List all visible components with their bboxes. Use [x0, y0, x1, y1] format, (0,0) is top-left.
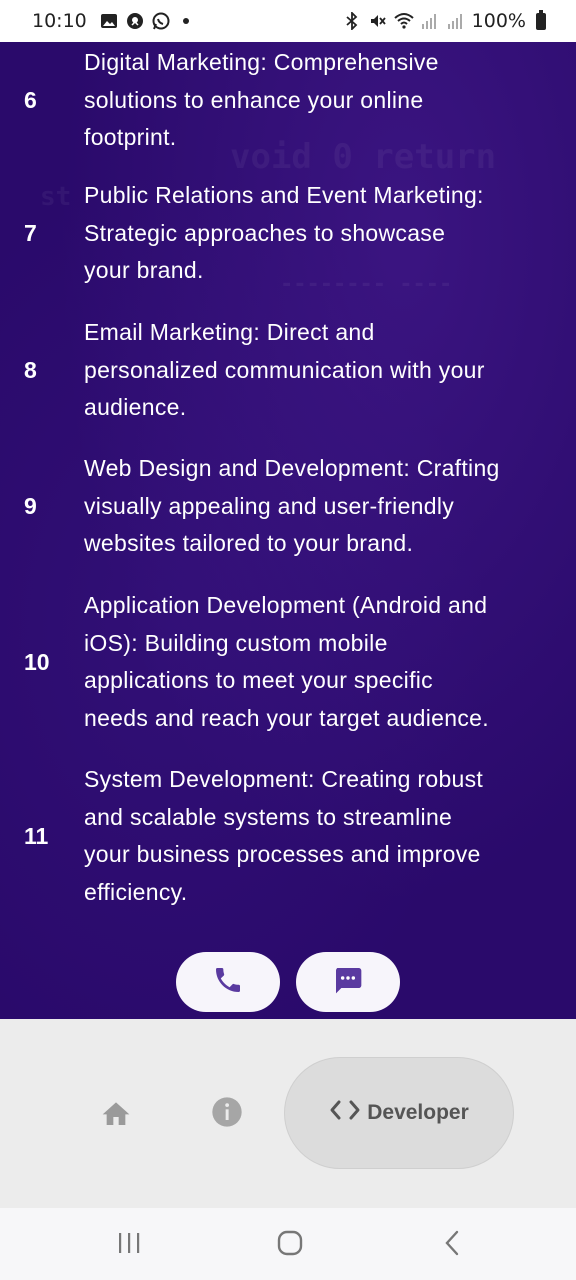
service-item: 11 System Development: Creating robust a… [0, 761, 576, 911]
bluetooth-icon [342, 11, 362, 31]
service-line: visually appealing and user-friendly [84, 492, 455, 519]
service-line: websites tailored to your brand. [84, 530, 414, 556]
contact-actions [176, 952, 400, 1012]
service-number: 9 [24, 492, 37, 519]
back-chevron-icon [443, 1230, 461, 1261]
service-description: Email Marketing: Direct and personalized… [84, 314, 544, 427]
service-line: Strategic approaches to showcase [84, 219, 446, 246]
mute-icon [368, 11, 388, 31]
services-section: void 0 return st -------- ---- 6 Digital… [0, 42, 576, 1019]
bottom-navigation: Developer [0, 1019, 576, 1208]
service-line: your brand. [84, 257, 204, 283]
service-number: 7 [24, 219, 37, 246]
service-number: 11 [24, 822, 49, 849]
home-system-button[interactable] [276, 1230, 304, 1261]
service-line: Email Marketing: Direct and [84, 319, 375, 345]
recent-apps-icon [116, 1231, 142, 1260]
status-bar: 10:10 100% [0, 0, 576, 42]
service-description: Public Relations and Event Marketing: St… [84, 177, 544, 290]
service-description: Digital Marketing: Comprehensive solutio… [84, 44, 544, 157]
messenger-icon [125, 11, 145, 31]
info-icon [211, 1096, 243, 1133]
service-line: iOS): Building custom mobile [84, 629, 388, 656]
phone-icon [212, 964, 244, 1001]
home-icon [100, 1098, 132, 1133]
service-description: System Development: Creating robust and … [84, 761, 544, 911]
image-icon [99, 11, 119, 31]
nav-developer-label: Developer [367, 1101, 469, 1124]
system-navigation-bar [0, 1208, 576, 1280]
service-item: 9 Web Design and Development: Crafting v… [0, 450, 576, 563]
code-icon [329, 1099, 361, 1127]
message-button[interactable] [296, 952, 400, 1012]
nav-developer-button[interactable]: Developer [284, 1057, 514, 1169]
service-line: System Development: Creating robust [84, 766, 484, 792]
service-number: 10 [24, 648, 50, 675]
service-line: Digital Marketing: Comprehensive [84, 49, 439, 75]
nav-info-button[interactable] [210, 1096, 244, 1133]
service-line: your business processes and improve [84, 841, 481, 867]
signal-icon [420, 11, 440, 31]
service-number: 8 [24, 356, 37, 383]
service-item: 8 Email Marketing: Direct and personaliz… [0, 314, 576, 427]
home-circle-icon [277, 1230, 303, 1261]
nav-home-button[interactable] [98, 1099, 134, 1131]
wifi-icon [394, 11, 414, 31]
service-number: 6 [24, 86, 37, 113]
service-description: Application Development (Android and iOS… [84, 587, 544, 737]
recent-apps-button[interactable] [114, 1232, 144, 1258]
battery-icon [536, 9, 546, 30]
service-line: solutions to enhance your online [84, 86, 424, 113]
service-item: 6 Digital Marketing: Comprehensive solut… [0, 44, 576, 157]
call-button[interactable] [176, 952, 280, 1012]
back-button[interactable] [440, 1230, 464, 1261]
service-line: efficiency. [84, 878, 188, 905]
chat-icon [332, 964, 364, 1001]
battery-percent: 100% [471, 10, 526, 32]
service-line: audience. [84, 394, 187, 420]
service-line: footprint. [84, 124, 177, 150]
notification-dot-icon [182, 18, 189, 24]
whatsapp-icon [151, 11, 171, 31]
service-line: Web Design and Development: Crafting [84, 455, 500, 481]
service-line: and scalable systems to streamline [84, 803, 453, 830]
service-item: 7 Public Relations and Event Marketing: … [0, 177, 576, 290]
service-line: personalized communication with your [84, 356, 485, 383]
service-line: applications to meet your specific [84, 667, 433, 693]
signal-icon [446, 11, 466, 31]
service-description: Web Design and Development: Crafting vis… [84, 450, 544, 563]
status-time: 10:10 [32, 10, 87, 32]
service-line: Application Development (Android and [84, 592, 488, 618]
service-item: 10 Application Development (Android and … [0, 587, 576, 737]
service-line: needs and reach your target audience. [84, 704, 489, 731]
service-line: Public Relations and Event Marketing: [84, 182, 484, 208]
